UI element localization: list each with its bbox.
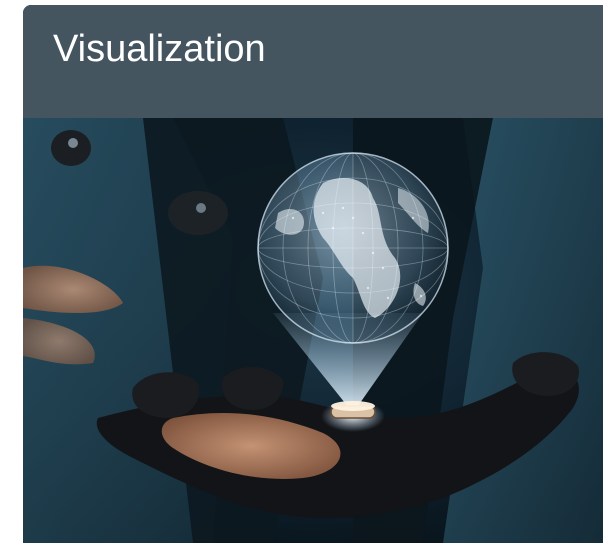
visualization-card[interactable]: Visualization <box>23 5 603 543</box>
card-title: Visualization <box>53 28 266 70</box>
holographic-globe-image <box>23 118 603 543</box>
card-header: Visualization <box>23 5 603 118</box>
globe-icon <box>257 152 449 344</box>
